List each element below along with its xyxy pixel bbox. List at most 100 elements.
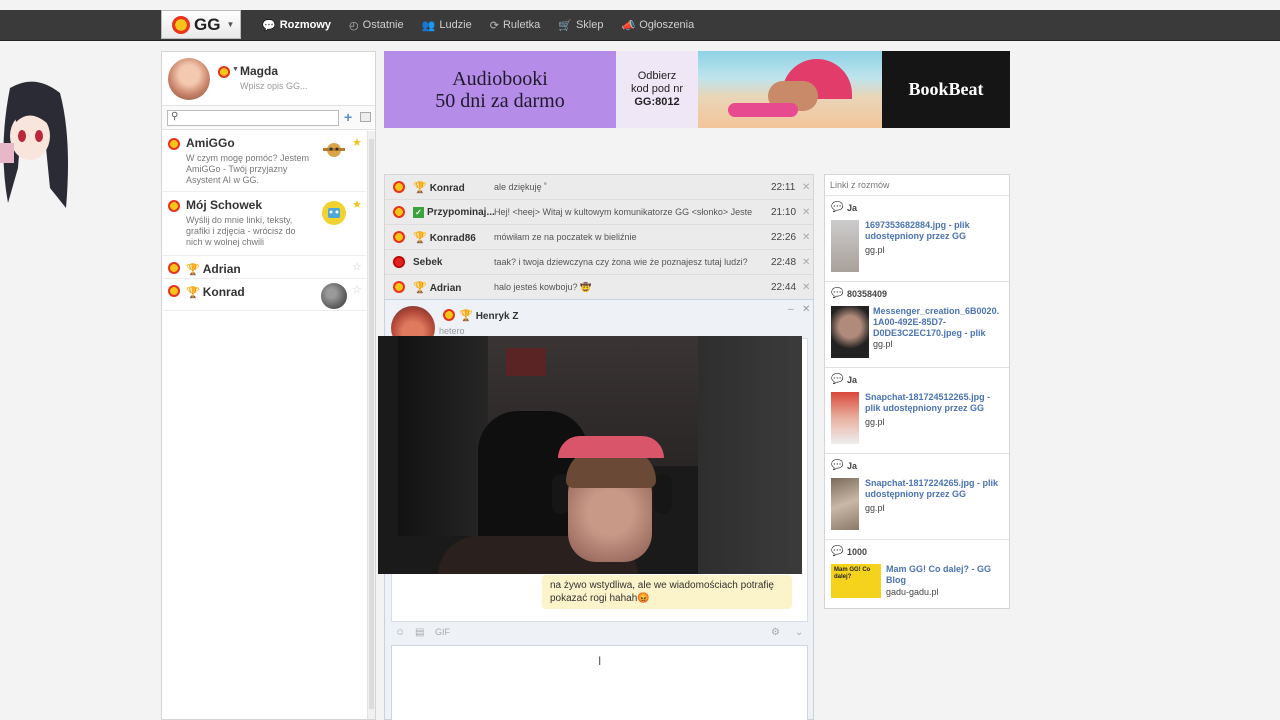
conversation-name: 🏆 Adrian — [413, 281, 461, 294]
chat-bubble-icon: 💬 — [831, 374, 844, 385]
contact-name: 🏆 Adrian — [186, 262, 375, 276]
add-contact-icon[interactable]: + — [344, 109, 352, 125]
ad-banner[interactable]: Audiobooki 50 dni za darmo Odbierz kod p… — [384, 51, 1010, 128]
contact-amiggo[interactable]: AmiGGo W czym mogę pomóc? Jestem AmiGGo … — [162, 130, 375, 192]
contact-adrian[interactable]: 🏆 Adrian ☆ — [162, 256, 375, 279]
trophy-icon: 🏆 — [413, 181, 427, 194]
link-item[interactable]: 💬 Ja Snapchat-1817224265.jpg - plik udos… — [825, 454, 1009, 540]
contact-konrad[interactable]: 🏆 Konrad ☆ — [162, 279, 375, 311]
status-sun-icon — [168, 285, 180, 297]
close-icon[interactable]: ✕ — [802, 282, 810, 293]
chat-contact-description: hetero — [439, 326, 465, 336]
conversation-row[interactable]: 🏆 Konrad86 mówiłam ze na poczatek w bieli… — [385, 225, 813, 250]
favorite-star-icon[interactable]: ★ — [352, 198, 362, 211]
contact-search-input[interactable] — [167, 110, 339, 126]
gif-button[interactable]: GIF — [435, 627, 450, 637]
chat-contact-name-text: Henryk Z — [475, 311, 519, 322]
conversation-name: ✓ Przypominaj... — [413, 206, 495, 218]
status-sun-icon[interactable] — [218, 66, 230, 78]
webcam-overlay — [378, 336, 802, 574]
status-sun-icon — [168, 138, 180, 150]
nav-ogloszenia[interactable]: 📣 Ogłoszenia — [622, 19, 695, 32]
status-chevron-icon[interactable]: ▼ — [232, 66, 239, 73]
chevron-down-icon[interactable]: ⌄ — [795, 627, 803, 638]
conversation-row[interactable]: 🏆 Konrad ale dziękuję ˚ 22:11 ✕ — [385, 175, 813, 200]
anime-decoration — [0, 81, 69, 208]
video-door — [398, 336, 488, 536]
close-icon[interactable]: ✕ — [802, 257, 810, 268]
contacts-scrollbar[interactable] — [367, 131, 375, 719]
conversation-row[interactable]: ✓ Przypominaj... Hej! <heej> Witaj w kult… — [385, 200, 813, 225]
schowek-avatar — [322, 201, 346, 225]
my-description[interactable]: Wpisz opis GG... — [240, 81, 308, 91]
minimize-icon[interactable]: – — [788, 304, 794, 315]
contact-schowek[interactable]: Mój Schowek Wyślij do mnie linki, teksty… — [162, 192, 375, 256]
nav-sklep[interactable]: 🛒 Sklep — [558, 19, 603, 32]
close-icon[interactable]: ✕ — [802, 182, 810, 193]
nav-rozmowy[interactable]: 💬 Rozmowy — [262, 19, 331, 32]
banner-promo-code: GG:8012 — [634, 96, 680, 108]
banner-promo-line1: Odbierz — [637, 70, 677, 82]
link-title[interactable]: Messenger_creation_6B0020. 1A00-492E-85D… — [873, 306, 1009, 339]
amiggo-avatar — [323, 143, 345, 157]
link-thumbnail[interactable] — [831, 392, 859, 444]
link-title[interactable]: Snapchat-1817224265.jpg - plik udostępni… — [865, 478, 1007, 500]
banner-promo-line2: kod pod nr — [631, 83, 683, 95]
conversation-row[interactable]: 🏆 Adrian halo jesteś kowboju? 🤠 22:44 ✕ — [385, 275, 813, 300]
close-icon[interactable]: ✕ — [802, 304, 810, 315]
nav-ruletka[interactable]: ⟳ Ruletka — [490, 19, 541, 32]
gg-logo-button[interactable]: GG ▼ — [161, 10, 241, 39]
video-poster — [506, 348, 546, 376]
link-title[interactable]: Snapchat-181724512265.jpg - plik udostęp… — [865, 392, 1007, 414]
status-sun-icon — [393, 181, 405, 193]
nav-rozmowy-label: Rozmowy — [279, 19, 332, 31]
nav-sklep-label: Sklep — [575, 19, 604, 31]
nav-ludzie[interactable]: 👥 Ludzie — [422, 19, 472, 32]
link-title[interactable]: 1697353682884.jpg - plik udostępniony pr… — [865, 220, 1007, 242]
scrollbar-thumb[interactable] — [369, 139, 374, 709]
chat-bubble-icon: 💬 — [831, 288, 844, 299]
nav-ogloszenia-label: Ogłoszenia — [639, 19, 695, 31]
favorite-star-icon[interactable]: ★ — [352, 136, 362, 149]
link-item[interactable]: 💬 Ja 1697353682884.jpg - plik udostępnio… — [825, 196, 1009, 282]
nav-ostatnie[interactable]: ◴ Ostatnie — [349, 19, 404, 32]
banner-headline-line2: 50 dni za darmo — [435, 89, 565, 112]
link-domain: gadu-gadu.pl — [886, 587, 939, 597]
close-icon[interactable]: ✕ — [802, 207, 810, 218]
close-icon[interactable]: ✕ — [802, 232, 810, 243]
trophy-icon: 🏆 — [186, 264, 200, 276]
emoji-icon[interactable]: ☺ — [395, 627, 405, 638]
conversation-preview: Hej! <heej> Witaj w kultowym komunikator… — [494, 207, 753, 217]
contact-description: W czym mogę pomóc? Jestem AmiGGo - Twój … — [186, 153, 310, 185]
top-nav-bar: GG ▼ 💬 Rozmowy ◴ Ostatnie 👥 Ludzie ⟳ Rul… — [0, 10, 1280, 41]
contacts-panel: ▼ Magda Wpisz opis GG... ⚲ + AmiGGo W cz… — [161, 51, 376, 720]
people-icon: 👥 — [421, 19, 436, 32]
conversation-name: Sebek — [413, 256, 443, 268]
conversation-name-text: Konrad — [429, 182, 465, 194]
link-item[interactable]: 💬 1000 Mam GG! Co dalej? Mam GG! Co dale… — [825, 540, 1009, 606]
status-sun-icon — [393, 206, 405, 218]
link-title[interactable]: Mam GG! Co dalej? - GG Blog — [886, 564, 1008, 586]
my-avatar[interactable] — [168, 58, 210, 100]
link-item[interactable]: 💬 Ja Snapchat-181724512265.jpg - plik ud… — [825, 368, 1009, 454]
contact-search-row: ⚲ + — [162, 106, 375, 130]
my-profile: ▼ Magda Wpisz opis GG... — [162, 52, 375, 106]
banner-beach-image — [698, 51, 882, 128]
conversation-preview: taak? i twoja dziewczyna czy żona wie że… — [494, 257, 748, 267]
link-thumbnail[interactable] — [831, 306, 869, 358]
gear-icon[interactable]: ⚙ — [771, 627, 780, 638]
link-thumbnail[interactable]: Mam GG! Co dalej? — [831, 564, 881, 598]
conversation-row[interactable]: Sebek taak? i twoja dziewczyna czy żona … — [385, 250, 813, 275]
link-thumbnail[interactable] — [831, 220, 859, 272]
link-thumbnail[interactable] — [831, 478, 859, 530]
favorite-star-icon[interactable]: ☆ — [352, 283, 362, 296]
link-sender: Ja — [847, 461, 858, 471]
favorite-star-icon[interactable]: ☆ — [352, 260, 362, 273]
link-sender: 1000 — [847, 547, 868, 557]
list-menu-icon[interactable] — [360, 112, 371, 122]
conversation-preview: ale dziękuję ˚ — [494, 182, 548, 192]
file-icon[interactable]: ▤ — [415, 627, 424, 638]
megaphone-icon: 📣 — [621, 19, 636, 32]
message-input[interactable]: I — [391, 645, 808, 720]
link-item[interactable]: 💬 80358409 Messenger_creation_6B0020. 1A… — [825, 282, 1009, 368]
